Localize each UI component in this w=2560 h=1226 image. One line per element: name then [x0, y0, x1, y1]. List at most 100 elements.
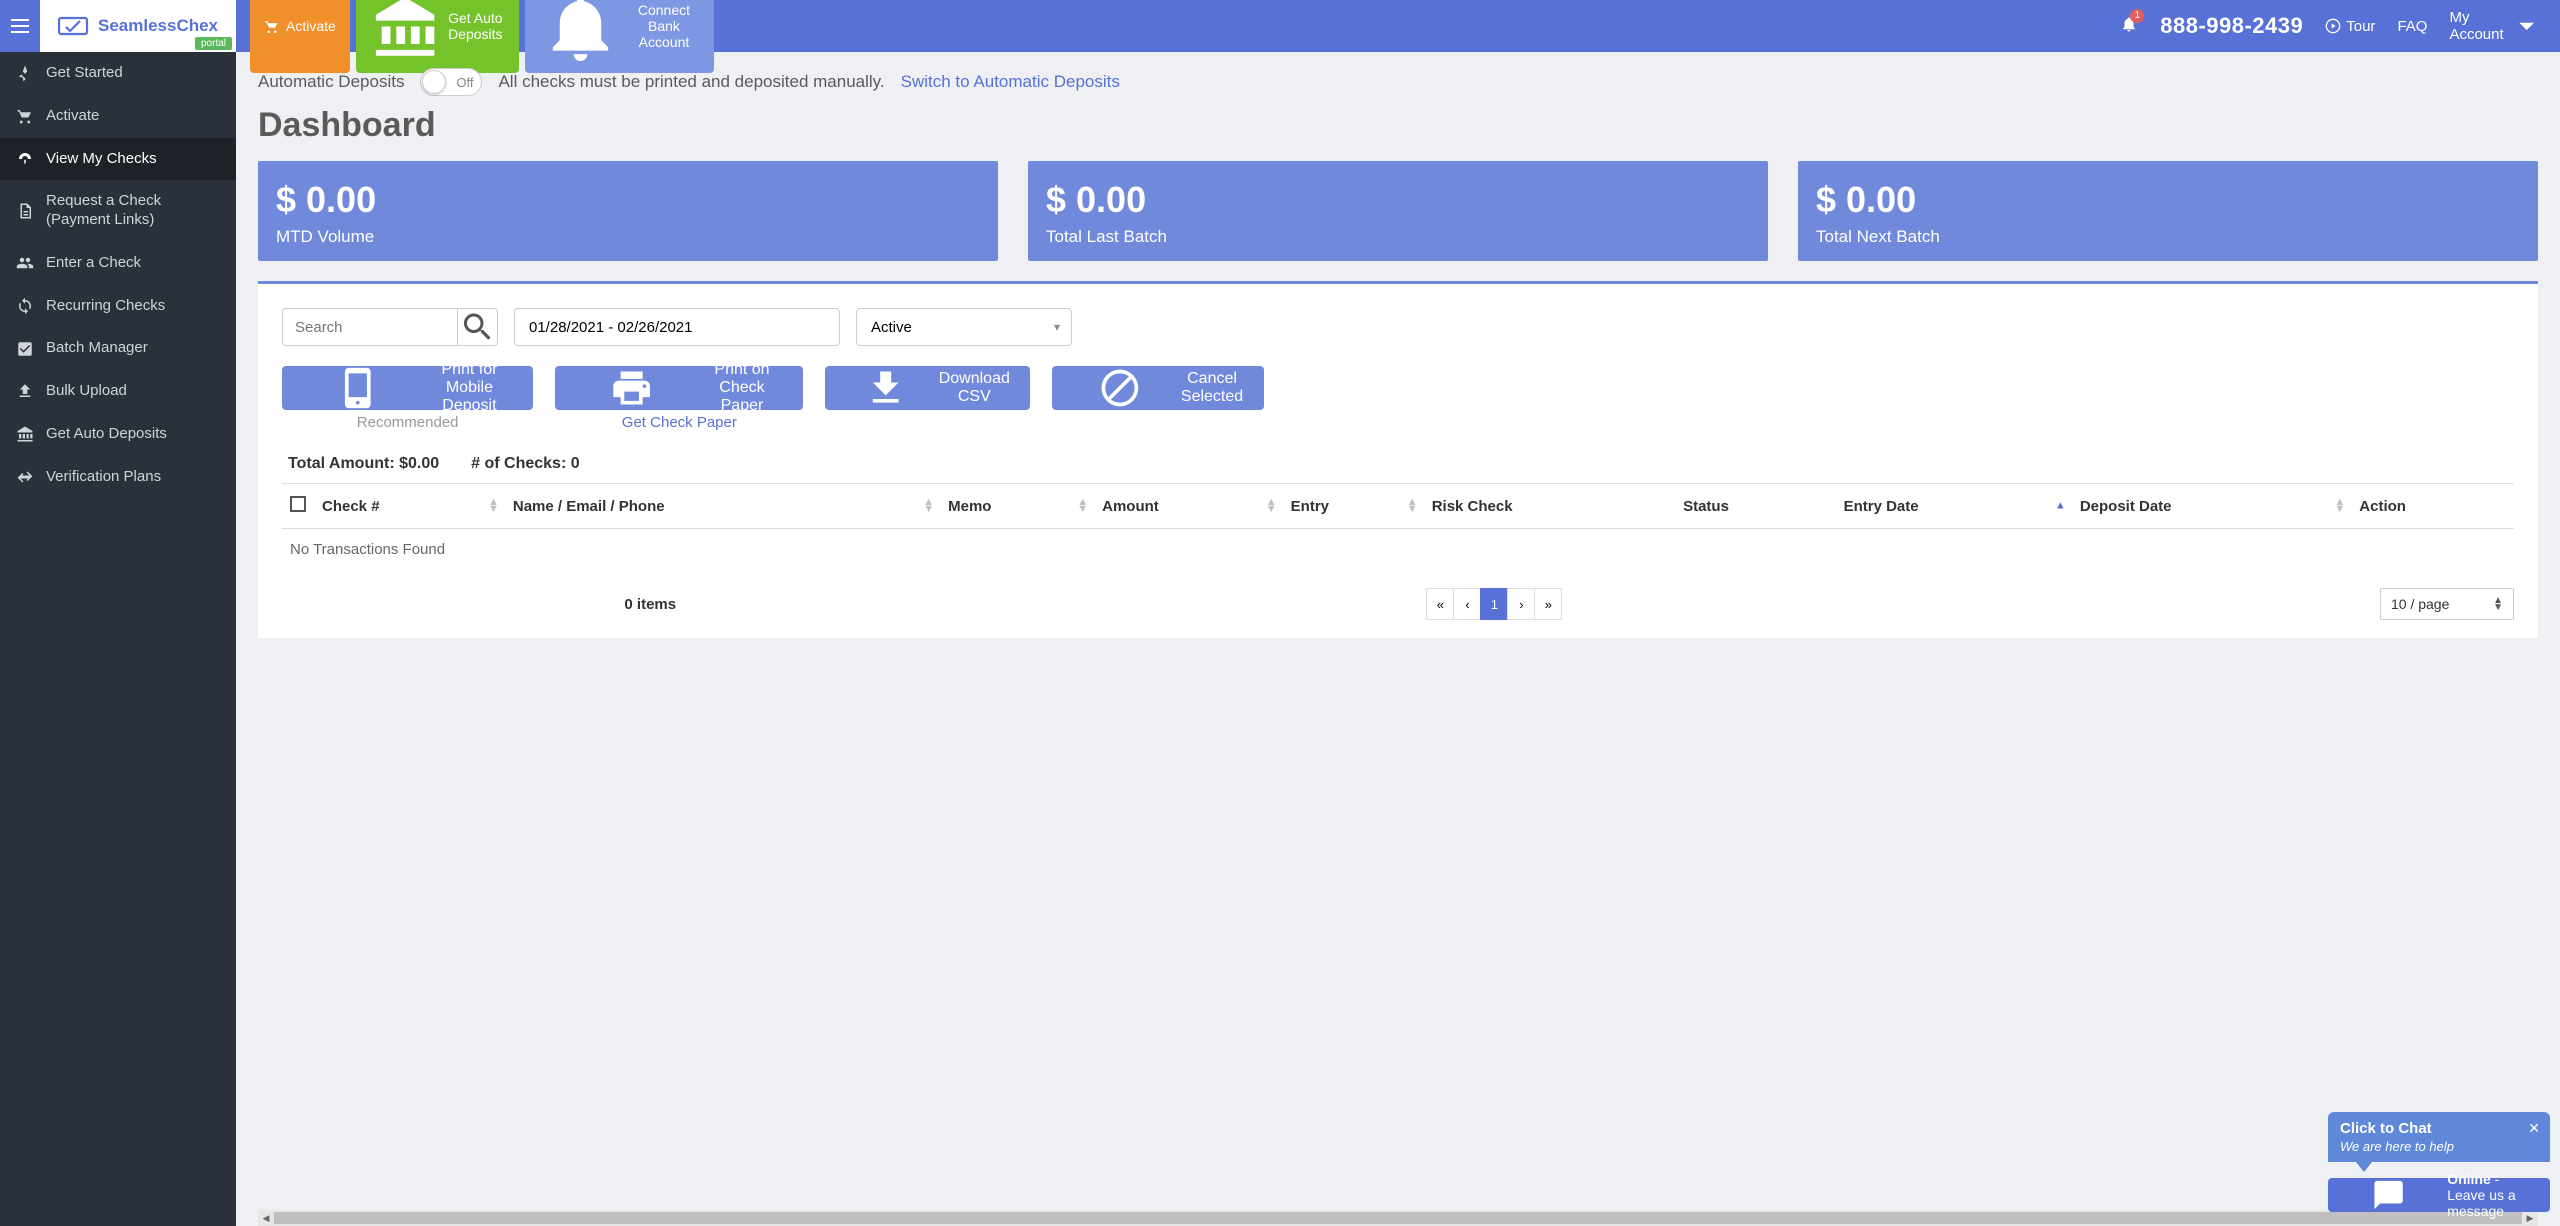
- col-risk[interactable]: Risk Check: [1424, 484, 1675, 529]
- stat-value: $ 0.00: [1046, 179, 1750, 221]
- tour-button[interactable]: Tour: [2325, 18, 2375, 35]
- page-prev[interactable]: ‹: [1453, 588, 1481, 620]
- chat-pointer: [2356, 1162, 2372, 1172]
- sidebar-item-enter-check[interactable]: Enter a Check: [0, 242, 236, 285]
- col-memo[interactable]: Memo▲▼: [940, 484, 1094, 529]
- sidebar-label: Recurring Checks: [46, 297, 165, 316]
- sidebar-item-request-check[interactable]: Request a Check (Payment Links): [0, 180, 236, 242]
- print-paper-button[interactable]: Print on Check Paper: [555, 366, 803, 410]
- col-status[interactable]: Status: [1675, 484, 1835, 529]
- page-title: Dashboard: [258, 106, 2538, 145]
- brand-name-1: Seamless: [98, 16, 176, 35]
- chat-bubble[interactable]: Click to Chat We are here to help ✕: [2328, 1112, 2550, 1162]
- button-label: Print for Mobile Deposit: [426, 361, 514, 415]
- tour-label: Tour: [2346, 18, 2375, 35]
- sidebar-label: Activate: [46, 107, 99, 126]
- play-circle-icon: [2325, 18, 2341, 34]
- cancel-selected-button[interactable]: Cancel Selected: [1052, 366, 1265, 410]
- sort-icon: ▲▼: [1407, 499, 1418, 513]
- col-amount[interactable]: Amount▲▼: [1094, 484, 1283, 529]
- button-label: Download CSV: [939, 370, 1010, 406]
- sidebar-item-auto-deposits[interactable]: Get Auto Deposits: [0, 413, 236, 456]
- total-checks: # of Checks: 0: [471, 455, 579, 473]
- search-icon: [458, 309, 497, 345]
- date-range-input[interactable]: [514, 308, 840, 346]
- notification-count: 1: [2130, 9, 2144, 23]
- sidebar-item-view-checks[interactable]: View My Checks: [0, 138, 236, 181]
- menu-toggle[interactable]: [0, 0, 40, 52]
- sort-icon: ▲: [2055, 503, 2066, 510]
- button-label: Cancel Selected: [1180, 370, 1245, 406]
- search-button[interactable]: [458, 308, 498, 346]
- sidebar-item-batch[interactable]: Batch Manager: [0, 327, 236, 370]
- dashboard-icon: [16, 150, 34, 168]
- stepper-icon: ▲▼: [2493, 597, 2503, 611]
- scroll-left-icon[interactable]: ◀: [258, 1210, 274, 1226]
- brand-name-2: Chex: [176, 16, 218, 35]
- chat-status-bar[interactable]: Online - Leave us a message: [2328, 1178, 2550, 1212]
- portal-badge: portal: [195, 37, 232, 50]
- toggle-state: Off: [456, 75, 473, 90]
- sidebar-label: Batch Manager: [46, 339, 148, 358]
- chevron-down-icon: [2509, 8, 2544, 43]
- account-label: My Account: [2449, 9, 2503, 43]
- sort-icon: ▲▼: [2334, 499, 2345, 513]
- auto-deposits-message: All checks must be printed and deposited…: [498, 72, 884, 92]
- account-menu[interactable]: My Account: [2449, 8, 2544, 43]
- page-last[interactable]: »: [1534, 588, 1562, 620]
- chat-icon: [2338, 1178, 2439, 1212]
- auto-deposits-label: Automatic Deposits: [258, 72, 404, 92]
- users-icon: [16, 254, 34, 272]
- items-count: 0 items: [282, 596, 1019, 613]
- sidebar-item-recurring[interactable]: Recurring Checks: [0, 285, 236, 328]
- per-page-select[interactable]: 10 / page ▲▼: [2380, 588, 2514, 620]
- col-deposit-date[interactable]: Deposit Date▲▼: [2072, 484, 2351, 529]
- connect-bank-label: Connect Bank Account: [628, 2, 701, 50]
- stat-mtd-volume: $ 0.00 MTD Volume: [258, 161, 998, 261]
- auto-deposits-label: Get Auto Deposits: [446, 10, 505, 42]
- col-entry-date[interactable]: Entry Date▲: [1836, 484, 2072, 529]
- col-name[interactable]: Name / Email / Phone▲▼: [505, 484, 940, 529]
- swap-icon: [16, 468, 34, 486]
- col-action: Action: [2351, 484, 2514, 529]
- stat-value: $ 0.00: [1816, 179, 2520, 221]
- auto-deposits-toggle[interactable]: Off: [420, 68, 482, 96]
- sidebar-item-activate[interactable]: Activate: [0, 95, 236, 138]
- sidebar-item-bulk-upload[interactable]: Bulk Upload: [0, 370, 236, 413]
- bank-icon: [16, 425, 34, 443]
- status-select[interactable]: Active: [856, 308, 1072, 346]
- page-first[interactable]: «: [1426, 588, 1454, 620]
- sort-icon: ▲▼: [923, 499, 934, 513]
- total-amount: Total Amount: $0.00: [288, 455, 439, 473]
- chat-close-button[interactable]: ✕: [2528, 1120, 2540, 1137]
- faq-link[interactable]: FAQ: [2397, 18, 2427, 35]
- chat-sub: We are here to help: [2340, 1139, 2538, 1154]
- horizontal-scrollbar[interactable]: ◀ ▶: [258, 1210, 2538, 1226]
- notifications-button[interactable]: 1: [2120, 15, 2138, 38]
- stat-label: Total Last Batch: [1046, 227, 1750, 247]
- sidebar-label: Enter a Check: [46, 254, 141, 273]
- get-check-paper-link[interactable]: Get Check Paper: [622, 414, 737, 431]
- search-input[interactable]: [282, 308, 458, 346]
- col-check[interactable]: Check #▲▼: [314, 484, 505, 529]
- scroll-track[interactable]: [274, 1212, 2522, 1224]
- sidebar-item-get-started[interactable]: Get Started: [0, 52, 236, 95]
- sidebar-item-verification[interactable]: Verification Plans: [0, 456, 236, 499]
- logo[interactable]: SeamlessChex portal: [40, 0, 236, 52]
- col-entry[interactable]: Entry▲▼: [1283, 484, 1424, 529]
- sidebar-label: View My Checks: [46, 150, 157, 169]
- no-data-row: No Transactions Found: [282, 529, 2514, 571]
- recommended-text: Recommended: [357, 414, 459, 431]
- rocket-icon: [16, 64, 34, 82]
- sidebar-label: Get Auto Deposits: [46, 425, 167, 444]
- hamburger-icon: [11, 19, 29, 33]
- switch-auto-link[interactable]: Switch to Automatic Deposits: [901, 72, 1120, 92]
- phone-number: 888-998-2439: [2160, 13, 2303, 39]
- download-csv-button[interactable]: Download CSV: [825, 366, 1030, 410]
- page-1[interactable]: 1: [1480, 588, 1508, 620]
- per-page-label: 10 / page: [2391, 596, 2449, 612]
- stat-next-batch: $ 0.00 Total Next Batch: [1798, 161, 2538, 261]
- page-next[interactable]: ›: [1507, 588, 1535, 620]
- print-mobile-button[interactable]: Print for Mobile Deposit: [282, 366, 533, 410]
- select-all-checkbox[interactable]: [290, 496, 306, 512]
